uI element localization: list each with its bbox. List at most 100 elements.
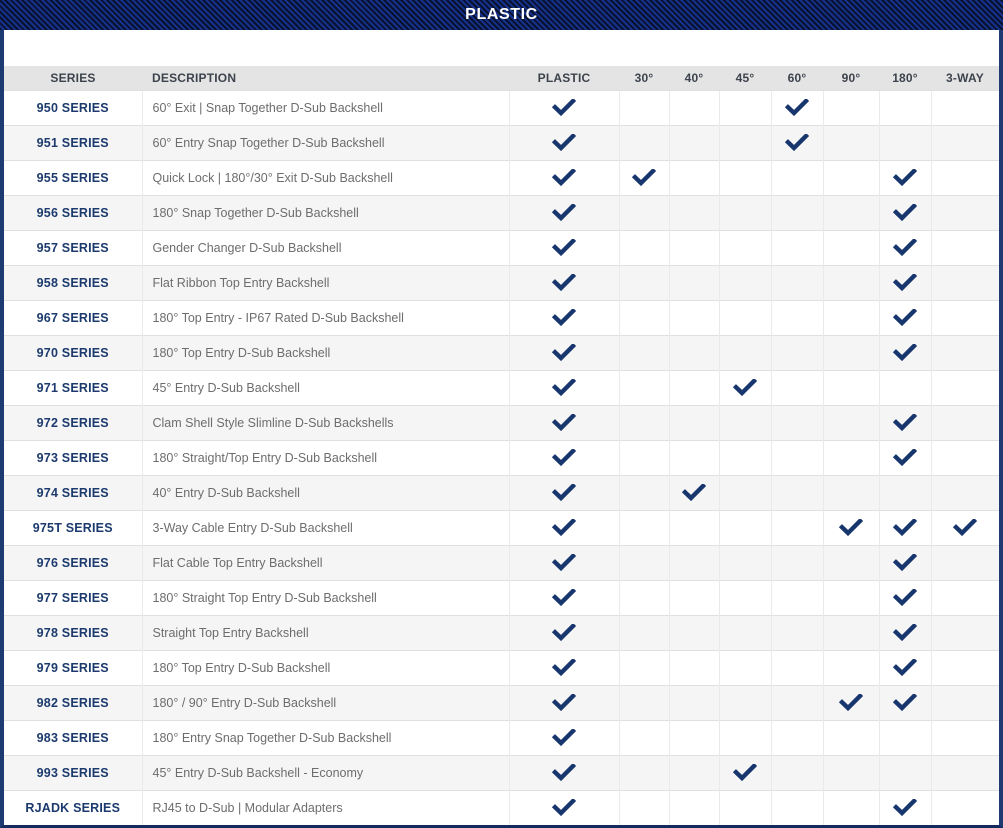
check-cell-90 — [823, 475, 879, 510]
check-cell-180 — [879, 650, 931, 685]
check-cell-40 — [669, 90, 719, 125]
checkmark-icon — [552, 729, 576, 746]
series-link[interactable]: 978 SERIES — [4, 615, 142, 650]
check-cell-40 — [669, 265, 719, 300]
checkmark-icon — [893, 589, 917, 606]
check-cell-plastic — [509, 440, 619, 475]
series-link[interactable]: 983 SERIES — [4, 720, 142, 755]
checkmark-icon — [893, 554, 917, 571]
table-row: 958 SERIESFlat Ribbon Top Entry Backshel… — [4, 265, 999, 300]
checkmark-icon — [552, 449, 576, 466]
check-cell-30 — [619, 440, 669, 475]
check-cell-40 — [669, 475, 719, 510]
series-link[interactable]: 957 SERIES — [4, 230, 142, 265]
check-cell-plastic — [509, 265, 619, 300]
check-cell-90 — [823, 90, 879, 125]
check-cell-60 — [771, 545, 823, 580]
section-title: PLASTIC — [465, 6, 538, 24]
series-description: 180° Snap Together D-Sub Backshell — [142, 195, 509, 230]
check-cell-plastic — [509, 405, 619, 440]
check-cell-90 — [823, 510, 879, 545]
series-description: RJ45 to D-Sub | Modular Adapters — [142, 790, 509, 825]
series-description: 180° Straight Top Entry D-Sub Backshell — [142, 580, 509, 615]
check-cell-180 — [879, 195, 931, 230]
check-cell-plastic — [509, 300, 619, 335]
check-cell-90 — [823, 440, 879, 475]
check-cell-90 — [823, 720, 879, 755]
check-cell-60 — [771, 790, 823, 825]
series-link[interactable]: 976 SERIES — [4, 545, 142, 580]
check-cell-60 — [771, 755, 823, 790]
table-row: 971 SERIES45° Entry D-Sub Backshell — [4, 370, 999, 405]
series-description: 40° Entry D-Sub Backshell — [142, 475, 509, 510]
check-cell-40 — [669, 615, 719, 650]
series-link[interactable]: RJADK SERIES — [4, 790, 142, 825]
checkmark-icon — [953, 519, 977, 536]
check-cell-60 — [771, 475, 823, 510]
check-cell-45 — [719, 720, 771, 755]
checkmark-icon — [893, 694, 917, 711]
check-cell-180 — [879, 265, 931, 300]
check-cell-90 — [823, 195, 879, 230]
series-link[interactable]: 993 SERIES — [4, 755, 142, 790]
checkmark-icon — [552, 519, 576, 536]
series-link[interactable]: 974 SERIES — [4, 475, 142, 510]
series-link[interactable]: 973 SERIES — [4, 440, 142, 475]
table-row: 976 SERIESFlat Cable Top Entry Backshell — [4, 545, 999, 580]
check-cell-plastic — [509, 650, 619, 685]
check-cell-45 — [719, 160, 771, 195]
checkmark-icon — [552, 344, 576, 361]
series-link[interactable]: 958 SERIES — [4, 265, 142, 300]
series-link[interactable]: 972 SERIES — [4, 405, 142, 440]
series-link[interactable]: 982 SERIES — [4, 685, 142, 720]
series-link[interactable]: 979 SERIES — [4, 650, 142, 685]
checkmark-icon — [552, 799, 576, 816]
table-row: 956 SERIES180° Snap Together D-Sub Backs… — [4, 195, 999, 230]
series-link[interactable]: 967 SERIES — [4, 300, 142, 335]
check-cell-45 — [719, 685, 771, 720]
series-link[interactable]: 950 SERIES — [4, 90, 142, 125]
check-cell-plastic — [509, 580, 619, 615]
series-description: Flat Cable Top Entry Backshell — [142, 545, 509, 580]
check-cell-plastic — [509, 230, 619, 265]
checkmark-icon — [552, 239, 576, 256]
check-cell-3way — [931, 335, 999, 370]
column-header-series: SERIES — [4, 66, 142, 90]
checkmark-icon — [552, 624, 576, 641]
check-cell-45 — [719, 230, 771, 265]
series-link[interactable]: 975T SERIES — [4, 510, 142, 545]
check-cell-60 — [771, 370, 823, 405]
check-cell-30 — [619, 755, 669, 790]
check-cell-3way — [931, 790, 999, 825]
check-cell-40 — [669, 545, 719, 580]
table-row: 993 SERIES45° Entry D-Sub Backshell - Ec… — [4, 755, 999, 790]
series-link[interactable]: 955 SERIES — [4, 160, 142, 195]
check-cell-60 — [771, 230, 823, 265]
checkmark-icon — [552, 169, 576, 186]
check-cell-45 — [719, 370, 771, 405]
checkmark-icon — [552, 554, 576, 571]
series-link[interactable]: 951 SERIES — [4, 125, 142, 160]
series-description: 45° Entry D-Sub Backshell - Economy — [142, 755, 509, 790]
table-row: 977 SERIES180° Straight Top Entry D-Sub … — [4, 580, 999, 615]
check-cell-45 — [719, 475, 771, 510]
check-cell-plastic — [509, 685, 619, 720]
check-cell-3way — [931, 230, 999, 265]
table-row: 955 SERIESQuick Lock | 180°/30° Exit D-S… — [4, 160, 999, 195]
check-cell-45 — [719, 790, 771, 825]
series-description: 180° Top Entry - IP67 Rated D-Sub Backsh… — [142, 300, 509, 335]
checkmark-icon — [893, 449, 917, 466]
check-cell-3way — [931, 580, 999, 615]
check-cell-3way — [931, 90, 999, 125]
check-cell-60 — [771, 90, 823, 125]
series-link[interactable]: 956 SERIES — [4, 195, 142, 230]
series-description: 60° Exit | Snap Together D-Sub Backshell — [142, 90, 509, 125]
series-description: 180° Entry Snap Together D-Sub Backshell — [142, 720, 509, 755]
series-link[interactable]: 977 SERIES — [4, 580, 142, 615]
check-cell-40 — [669, 370, 719, 405]
series-link[interactable]: 970 SERIES — [4, 335, 142, 370]
check-cell-3way — [931, 405, 999, 440]
check-cell-3way — [931, 685, 999, 720]
check-cell-plastic — [509, 475, 619, 510]
series-link[interactable]: 971 SERIES — [4, 370, 142, 405]
